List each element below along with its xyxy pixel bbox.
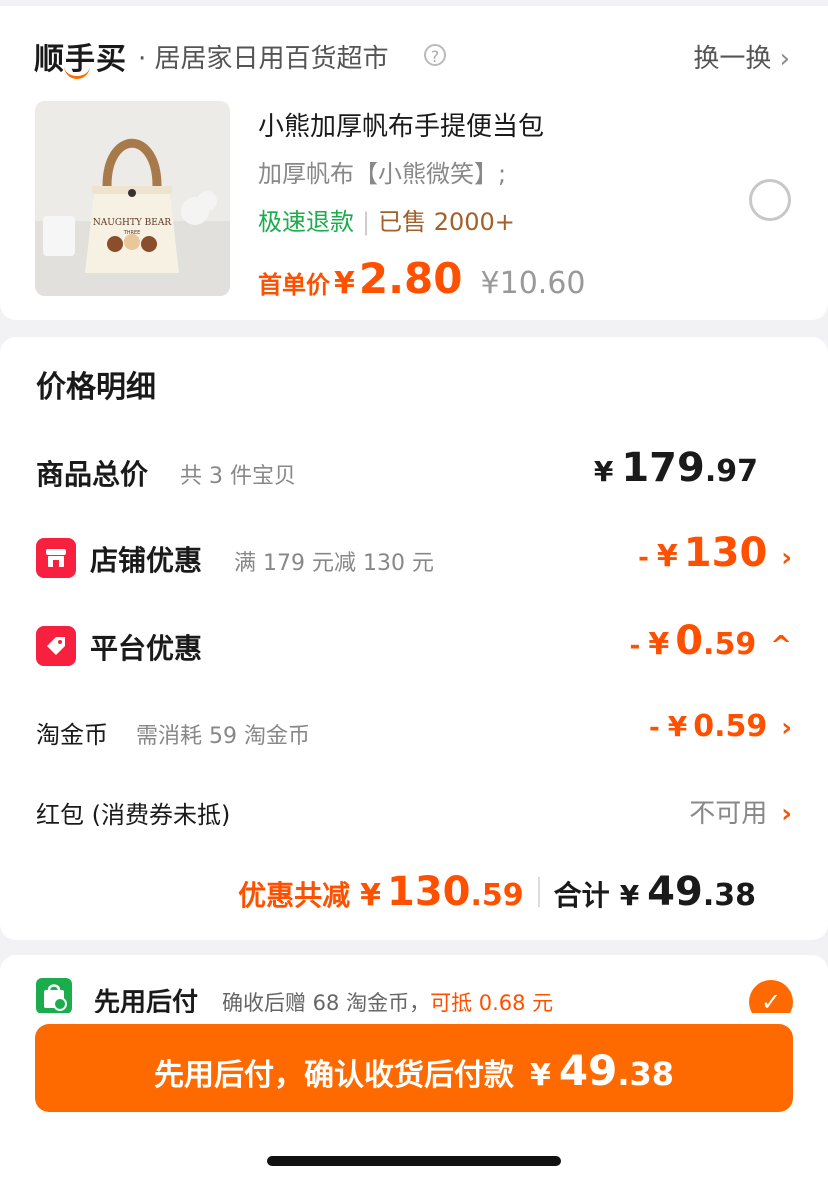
store-icon	[36, 538, 76, 578]
brand-logo: 顺手买	[34, 36, 127, 79]
discount-total-int: 130	[387, 869, 471, 915]
coins-consume: 需消耗 59 淘金币	[136, 724, 310, 749]
tag-divider: |	[362, 208, 371, 236]
product-image[interactable]: NAUGHTY BEAR THREE	[35, 101, 230, 296]
original-price: ¥10.60	[480, 266, 586, 301]
chevron-right-icon: ›	[781, 543, 792, 573]
help-icon[interactable]: ?	[424, 44, 446, 66]
store-discount-label: 店铺优惠	[90, 544, 203, 577]
coins-amount[interactable]: - ¥ 0.59 ›	[649, 709, 792, 744]
tag-icon	[36, 626, 76, 666]
chevron-right-icon: ›	[781, 799, 792, 829]
total-goods-label: 商品总价	[36, 458, 149, 491]
coins-value: 0.59	[693, 709, 768, 744]
submit-amount-dec: .38	[617, 1055, 674, 1093]
shopping-bag-icon	[36, 978, 72, 1014]
minus-sign: -	[638, 543, 649, 573]
submit-order-button[interactable]: 先用后付，确认收货后付款 ¥ 49 .38	[35, 1024, 793, 1112]
pay-later-reward: 确收后赠 68 淘金币，	[222, 991, 431, 1015]
home-indicator[interactable]	[267, 1156, 561, 1166]
minus-sign: -	[648, 713, 660, 743]
discount-total-label: 优惠共减	[238, 879, 351, 912]
price-yen: ¥	[334, 266, 355, 301]
select-radio[interactable]	[749, 179, 791, 221]
price-row: 首单价 ¥ 2.80 ¥10.60	[258, 254, 586, 303]
coins-label: 淘金币	[36, 721, 108, 749]
platform-discount-int: 0	[675, 618, 704, 664]
yen-sign: ¥	[529, 1058, 551, 1093]
red-packet-label: 红包 (消费券未抵)	[36, 801, 231, 829]
yen-sign: ¥	[619, 879, 640, 912]
product-spec[interactable]: 加厚帆布【小熊微笑】;	[258, 154, 506, 189]
yen-sign: ¥	[593, 455, 614, 488]
total-goods-count: 共 3 件宝贝	[180, 464, 296, 489]
store-name[interactable]: · 居居家日用百货超市	[138, 38, 389, 75]
price-summary: 优惠共减 ¥ 130 .59 合计 ¥ 49 .38	[238, 869, 756, 915]
grand-total-int: 49	[647, 869, 703, 915]
first-price-label: 首单价	[258, 271, 330, 299]
store-discount-amount[interactable]: - ¥ 130 ›	[638, 530, 792, 576]
sold-count: 已售 2000+	[378, 208, 515, 236]
product-tags: 极速退款 | 已售 2000+	[258, 202, 515, 237]
yen-sign: ¥	[667, 710, 688, 743]
platform-discount-label: 平台优惠	[90, 632, 203, 665]
product-title[interactable]: 小熊加厚帆布手提便当包	[258, 106, 544, 143]
grand-total-dec: .38	[702, 878, 756, 913]
swap-button[interactable]: 换一换 ›	[693, 38, 790, 75]
store-discount-int: 130	[683, 530, 768, 576]
platform-discount-amount[interactable]: - ¥ 0 .59 ^	[630, 618, 792, 664]
total-goods-int: 179	[621, 445, 705, 491]
refund-tag: 极速退款	[258, 208, 354, 236]
chevron-up-icon: ^	[770, 631, 792, 661]
pay-later-deduct: 可抵 0.68 元	[430, 991, 554, 1015]
chevron-right-icon: ›	[781, 713, 792, 743]
discount-total-dec: .59	[470, 878, 524, 913]
total-goods-dec: .97	[704, 454, 758, 489]
minus-sign: -	[629, 631, 641, 661]
store-discount-rule: 满 179 元减 130 元	[234, 551, 434, 576]
summary-divider	[537, 877, 540, 907]
price-detail-card: 价格明细 商品总价 共 3 件宝贝 ¥ 179 .97 店铺优惠 满 179 元…	[0, 337, 828, 940]
red-packet-value[interactable]: 不可用 ›	[689, 793, 792, 830]
swap-label: 换一换	[693, 44, 772, 74]
red-packet-status: 不可用	[689, 799, 768, 829]
tote-bag-illustration: NAUGHTY BEAR THREE	[35, 101, 230, 296]
bag-print-text: NAUGHTY BEAR	[93, 218, 171, 228]
yen-sign: ¥	[648, 627, 670, 662]
product-card: 顺手买 · 居居家日用百货超市 ? 换一换 › NAUGHTY BEAR THR…	[0, 6, 828, 320]
first-price: 2.80	[358, 254, 463, 303]
total-goods-amount: ¥ 179 .97	[594, 445, 758, 491]
grand-total-label: 合计	[553, 879, 610, 912]
platform-discount-dec: .59	[703, 627, 757, 662]
chevron-right-icon: ›	[779, 44, 790, 74]
submit-amount-int: 49	[558, 1046, 618, 1095]
submit-text: 先用后付，确认收货后付款	[153, 1058, 514, 1093]
section-title: 价格明细	[36, 370, 156, 405]
yen-sign: ¥	[656, 539, 678, 574]
yen-sign: ¥	[360, 878, 382, 913]
